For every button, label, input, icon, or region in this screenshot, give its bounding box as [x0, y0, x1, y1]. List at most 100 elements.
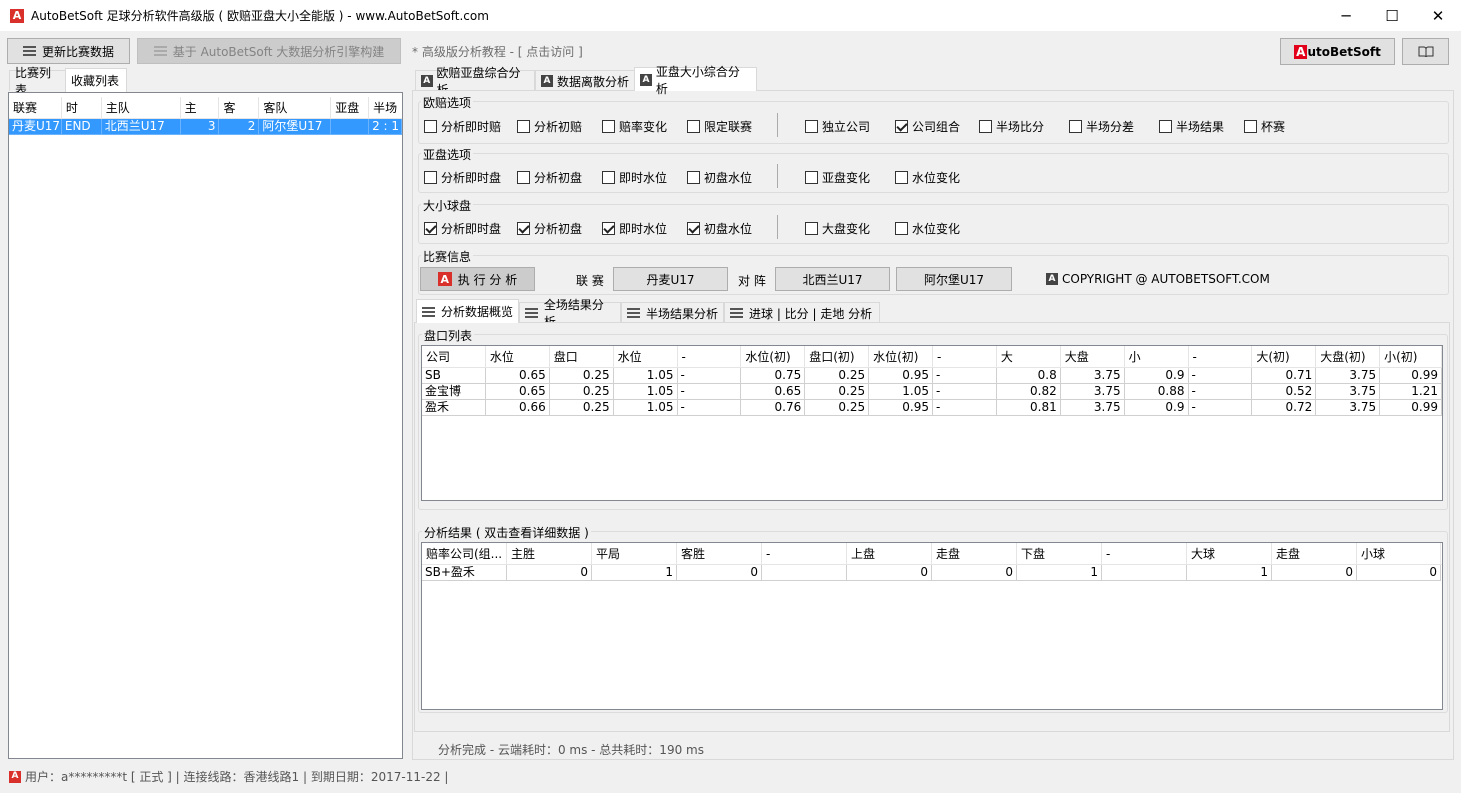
asian-option-checkbox[interactable]: 分析即时盘: [424, 169, 501, 186]
col-away[interactable]: 客队: [259, 97, 332, 118]
tab-halftime[interactable]: 半场结果分析: [621, 302, 724, 323]
tab-overview[interactable]: 分析数据概览: [416, 299, 519, 323]
odds-col-header[interactable]: -: [1189, 346, 1253, 367]
col-handicap[interactable]: 亚盘: [331, 97, 370, 118]
checkbox-icon[interactable]: [517, 120, 530, 133]
result-col-header[interactable]: 赔率公司(组...: [422, 543, 507, 564]
checkbox-icon[interactable]: [424, 120, 437, 133]
col-halftime[interactable]: 半场: [369, 97, 402, 118]
col-time[interactable]: 时: [62, 97, 102, 118]
ou-option-checkbox[interactable]: 初盘水位: [687, 220, 752, 237]
checkbox-icon[interactable]: [895, 222, 908, 235]
euro-option-checkbox[interactable]: 独立公司: [805, 118, 870, 135]
ou-option-checkbox[interactable]: 分析即时盘: [424, 220, 501, 237]
run-analysis-button[interactable]: A执 行 分 析: [420, 267, 535, 291]
euro-option-checkbox[interactable]: 分析即时赔: [424, 118, 501, 135]
euro-option-checkbox[interactable]: 限定联赛: [687, 118, 752, 135]
odds-col-header[interactable]: 水位: [614, 346, 678, 367]
table-row[interactable]: SB 0.65 0.25 1.05-0.75 0.25 0.95-0.8 3.75 0.9-0…: [422, 368, 1442, 384]
home-team-field[interactable]: 北西兰U17: [775, 267, 890, 291]
euro-option-checkbox[interactable]: 公司组合: [895, 118, 960, 135]
tab-euro-asian[interactable]: A欧赔亚盘综合分析: [415, 66, 535, 97]
maximize-button[interactable]: ☐: [1369, 0, 1415, 31]
tab-fulltime[interactable]: 全场结果分析: [519, 298, 621, 329]
checkbox-icon[interactable]: [805, 120, 818, 133]
euro-option-checkbox[interactable]: 分析初赔: [517, 118, 582, 135]
checkbox-icon[interactable]: [895, 120, 908, 133]
euro-option-checkbox[interactable]: 赔率变化: [602, 118, 667, 135]
checkbox-icon[interactable]: [602, 171, 615, 184]
odds-col-header[interactable]: 大(初): [1252, 346, 1317, 367]
ou-option-checkbox[interactable]: 水位变化: [895, 220, 960, 237]
checkbox-icon[interactable]: [805, 222, 818, 235]
checkbox-icon[interactable]: [895, 171, 908, 184]
league-field[interactable]: 丹麦U17: [613, 267, 728, 291]
result-col-header[interactable]: 上盘: [847, 543, 932, 564]
result-col-header[interactable]: -: [762, 543, 847, 564]
checkbox-icon[interactable]: [602, 120, 615, 133]
odds-col-header[interactable]: 小(初): [1380, 346, 1442, 367]
ou-option-checkbox[interactable]: 大盘变化: [805, 220, 870, 237]
result-col-header[interactable]: 平局: [592, 543, 677, 564]
odds-col-header[interactable]: -: [678, 346, 742, 367]
table-row[interactable]: 盈禾 0.66 0.25 1.05-0.76 0.25 0.95-0.81 3.75 0.9-…: [422, 400, 1442, 416]
tab-dispersion[interactable]: A 数据离散分析: [535, 70, 635, 91]
checkbox-icon[interactable]: [687, 171, 700, 184]
checkbox-icon[interactable]: [424, 222, 437, 235]
asian-option-checkbox[interactable]: 初盘水位: [687, 169, 752, 186]
odds-col-header[interactable]: 水位(初): [869, 346, 933, 367]
tutorial-link[interactable]: * 高级版分析教程 - [ 点击访问 ]: [412, 43, 583, 60]
result-col-header[interactable]: 主胜: [507, 543, 592, 564]
odds-col-header[interactable]: 公司: [422, 346, 486, 367]
odds-col-header[interactable]: 大盘: [1061, 346, 1125, 367]
result-col-header[interactable]: 下盘: [1017, 543, 1102, 564]
asian-option-checkbox[interactable]: 分析初盘: [517, 169, 582, 186]
tab-goals[interactable]: 进球 | 比分 | 走地 分析: [724, 302, 880, 323]
result-col-header[interactable]: 走盘: [1272, 543, 1357, 564]
checkbox-icon[interactable]: [517, 171, 530, 184]
asian-option-checkbox[interactable]: 亚盘变化: [805, 169, 870, 186]
odds-col-header[interactable]: 水位: [486, 346, 550, 367]
result-col-header[interactable]: 大球: [1187, 543, 1272, 564]
checkbox-icon[interactable]: [687, 222, 700, 235]
checkbox-icon[interactable]: [424, 171, 437, 184]
euro-option-checkbox[interactable]: 杯赛: [1244, 118, 1285, 135]
minimize-button[interactable]: ─: [1323, 0, 1369, 31]
result-col-header[interactable]: -: [1102, 543, 1187, 564]
tab-match-list[interactable]: 比赛列表: [9, 66, 66, 97]
close-button[interactable]: ✕: [1415, 0, 1461, 31]
table-row[interactable]: 金宝博 0.65 0.25 1.05-0.65 0.25 1.05-0.82 3.75 0.8…: [422, 384, 1442, 400]
odds-col-header[interactable]: -: [933, 346, 997, 367]
col-home[interactable]: 主队: [102, 97, 181, 118]
result-col-header[interactable]: 走盘: [932, 543, 1017, 564]
checkbox-icon[interactable]: [805, 171, 818, 184]
euro-option-checkbox[interactable]: 半场比分: [979, 118, 1044, 135]
away-team-field[interactable]: 阿尔堡U17: [896, 267, 1012, 291]
checkbox-icon[interactable]: [517, 222, 530, 235]
odds-col-header[interactable]: 大: [997, 346, 1061, 367]
euro-option-checkbox[interactable]: 半场结果: [1159, 118, 1224, 135]
checkbox-icon[interactable]: [602, 222, 615, 235]
checkbox-icon[interactable]: [687, 120, 700, 133]
col-league[interactable]: 联赛: [9, 97, 62, 118]
result-col-header[interactable]: 小球: [1357, 543, 1441, 564]
odds-col-header[interactable]: 水位(初): [741, 346, 806, 367]
table-row[interactable]: SB+盈禾 0 1 0 0 0 1 1 0 0: [422, 565, 1442, 581]
asian-option-checkbox[interactable]: 即时水位: [602, 169, 667, 186]
ou-option-checkbox[interactable]: 分析初盘: [517, 220, 582, 237]
asian-option-checkbox[interactable]: 水位变化: [895, 169, 960, 186]
odds-col-header[interactable]: 小: [1125, 346, 1189, 367]
odds-col-header[interactable]: 大盘(初): [1316, 346, 1381, 367]
col-away-score[interactable]: 客: [219, 97, 260, 118]
checkbox-icon[interactable]: [1244, 120, 1257, 133]
table-row[interactable]: 丹麦U17 END 北西兰U17 3 2 阿尔堡U17 2 : 1: [9, 119, 402, 135]
checkbox-icon[interactable]: [1159, 120, 1172, 133]
col-home-score[interactable]: 主: [181, 97, 220, 118]
odds-col-header[interactable]: 盘口(初): [805, 346, 870, 367]
checkbox-icon[interactable]: [979, 120, 992, 133]
update-matches-button[interactable]: 更新比赛数据: [7, 38, 130, 64]
brand-button[interactable]: AutoBetSoft: [1280, 38, 1395, 65]
checkbox-icon[interactable]: [1069, 120, 1082, 133]
ou-option-checkbox[interactable]: 即时水位: [602, 220, 667, 237]
result-col-header[interactable]: 客胜: [677, 543, 762, 564]
